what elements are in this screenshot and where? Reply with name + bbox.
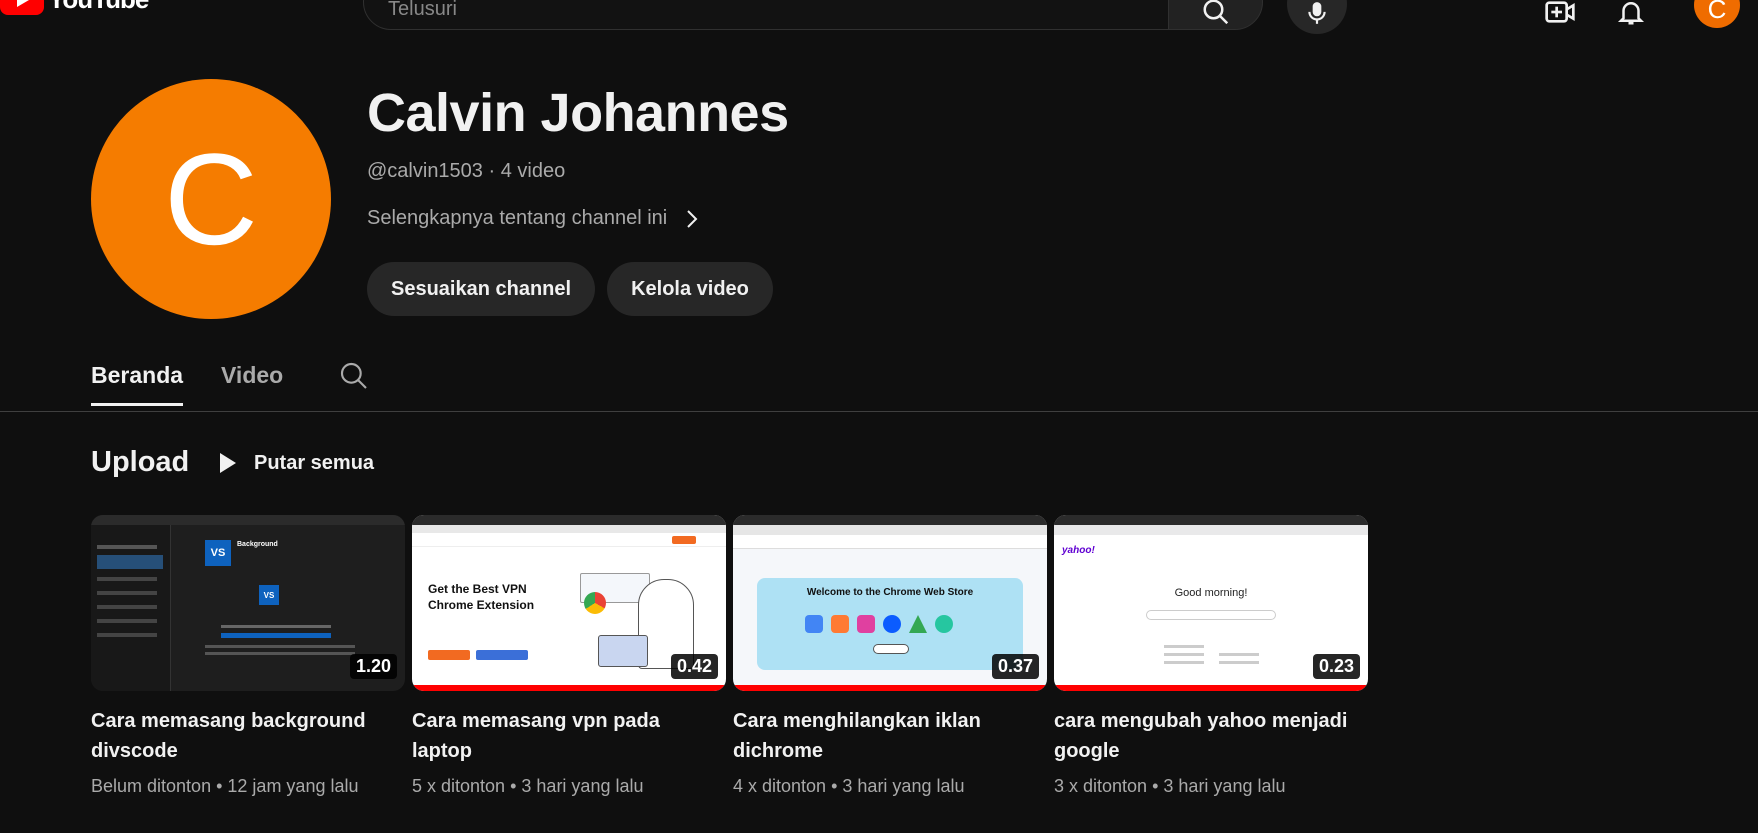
watch-progress-bar bbox=[733, 685, 1047, 691]
video-thumbnail[interactable]: VS Background VS 1.20 bbox=[91, 515, 405, 691]
play-all-label: Putar semua bbox=[254, 451, 375, 474]
video-views: 3 x ditonton bbox=[1054, 776, 1148, 796]
masthead: YouTube C bbox=[0, 0, 1758, 34]
watch-progress-bar bbox=[412, 685, 726, 691]
vscode-icon: VS bbox=[205, 540, 231, 566]
channel-handle-and-count: @calvin1503 · 4 video bbox=[367, 160, 566, 182]
video-title[interactable]: Cara memasang background divscode bbox=[91, 706, 391, 766]
notifications-button[interactable] bbox=[1611, 0, 1651, 32]
video-age: 3 hari yang lalu bbox=[842, 776, 965, 796]
video-duration: 0.42 bbox=[670, 654, 718, 679]
channel-tabs: Beranda Video bbox=[0, 356, 1758, 412]
video-meta: Belum ditonton • 12 jam yang lalu bbox=[91, 776, 405, 797]
play-all-button[interactable]: Putar semua bbox=[218, 448, 374, 478]
section-title: Upload bbox=[91, 446, 190, 478]
thumbnail-caption: Get the Best VPN Chrome Extension bbox=[428, 582, 535, 612]
video-card[interactable]: yahoo! Good morning! 0.23 cara mengubah … bbox=[1054, 515, 1368, 797]
video-title[interactable]: Cara memasang vpn pada laptop bbox=[412, 706, 712, 766]
play-icon bbox=[220, 453, 236, 473]
thumbnail-caption: Background bbox=[237, 541, 278, 548]
video-views: Belum ditonton bbox=[91, 776, 212, 796]
search-box[interactable] bbox=[363, 0, 1169, 30]
microphone-icon bbox=[1308, 2, 1326, 24]
youtube-logo[interactable]: YouTube bbox=[0, 0, 149, 15]
video-card[interactable]: Welcome to the Chrome Web Store 0.37 Car… bbox=[733, 515, 1047, 797]
video-meta: 5 x ditonton • 3 hari yang lalu bbox=[412, 776, 726, 797]
meta-separator: • bbox=[216, 776, 228, 796]
video-meta: 3 x ditonton • 3 hari yang lalu bbox=[1054, 776, 1368, 797]
channel-name: Calvin Johannes bbox=[367, 83, 789, 143]
manage-videos-button[interactable]: Kelola video bbox=[607, 262, 773, 316]
video-thumbnail[interactable]: Welcome to the Chrome Web Store 0.37 bbox=[733, 515, 1047, 691]
video-title[interactable]: cara mengubah yahoo menjadi google bbox=[1054, 706, 1354, 766]
video-meta: 4 x ditonton • 3 hari yang lalu bbox=[733, 776, 1047, 797]
video-age: 12 jam yang lalu bbox=[227, 776, 359, 796]
video-views: 5 x ditonton bbox=[412, 776, 506, 796]
video-grid: VS Background VS 1.20 Cara memasang back… bbox=[91, 515, 1368, 797]
video-duration: 0.23 bbox=[1312, 654, 1360, 679]
customize-channel-button[interactable]: Sesuaikan channel bbox=[367, 262, 596, 316]
chevron-right-icon bbox=[687, 209, 698, 228]
yahoo-logo: yahoo! bbox=[1062, 545, 1095, 556]
vscode-icon: VS bbox=[259, 585, 279, 605]
thumbnail-caption: Good morning! bbox=[1174, 587, 1248, 599]
search-icon[interactable] bbox=[338, 360, 370, 392]
create-button[interactable] bbox=[1540, 0, 1580, 32]
video-thumbnail[interactable]: yahoo! Good morning! 0.23 bbox=[1054, 515, 1368, 691]
create-video-icon bbox=[1545, 1, 1575, 23]
search-input[interactable] bbox=[388, 0, 1168, 21]
watch-progress-bar bbox=[1054, 685, 1368, 691]
tab-videos[interactable]: Video bbox=[221, 362, 283, 403]
channel-about-link[interactable]: Selengkapnya tentang channel ini bbox=[367, 207, 699, 230]
account-avatar[interactable]: C bbox=[1694, 0, 1740, 28]
search-button[interactable] bbox=[1168, 0, 1263, 30]
video-duration: 1.20 bbox=[349, 654, 397, 679]
meta-separator: • bbox=[510, 776, 522, 796]
channel-actions: Sesuaikan channel Kelola video bbox=[367, 262, 773, 316]
video-title[interactable]: Cara menghilangkan iklan dichrome bbox=[733, 706, 1033, 766]
voice-search-button[interactable] bbox=[1287, 0, 1347, 34]
youtube-play-icon bbox=[0, 0, 44, 15]
video-age: 3 hari yang lalu bbox=[1163, 776, 1286, 796]
video-views: 4 x ditonton bbox=[733, 776, 827, 796]
video-card[interactable]: Get the Best VPN Chrome Extension 0.42 C… bbox=[412, 515, 726, 797]
search-icon bbox=[1203, 0, 1228, 25]
chrome-logo-icon bbox=[584, 592, 606, 614]
youtube-logo-text: YouTube bbox=[48, 0, 149, 15]
channel-about-text: Selengkapnya tentang channel ini bbox=[367, 207, 668, 229]
thumbnail-caption: Welcome to the Chrome Web Store bbox=[806, 587, 974, 598]
meta-separator: • bbox=[831, 776, 843, 796]
video-age: 3 hari yang lalu bbox=[521, 776, 644, 796]
video-thumbnail[interactable]: Get the Best VPN Chrome Extension 0.42 bbox=[412, 515, 726, 691]
channel-avatar: C bbox=[91, 79, 331, 319]
meta-separator: • bbox=[1152, 776, 1164, 796]
bell-icon bbox=[1617, 2, 1645, 25]
video-card[interactable]: VS Background VS 1.20 Cara memasang back… bbox=[91, 515, 405, 797]
video-duration: 0.37 bbox=[991, 654, 1039, 679]
tab-home[interactable]: Beranda bbox=[91, 362, 184, 406]
